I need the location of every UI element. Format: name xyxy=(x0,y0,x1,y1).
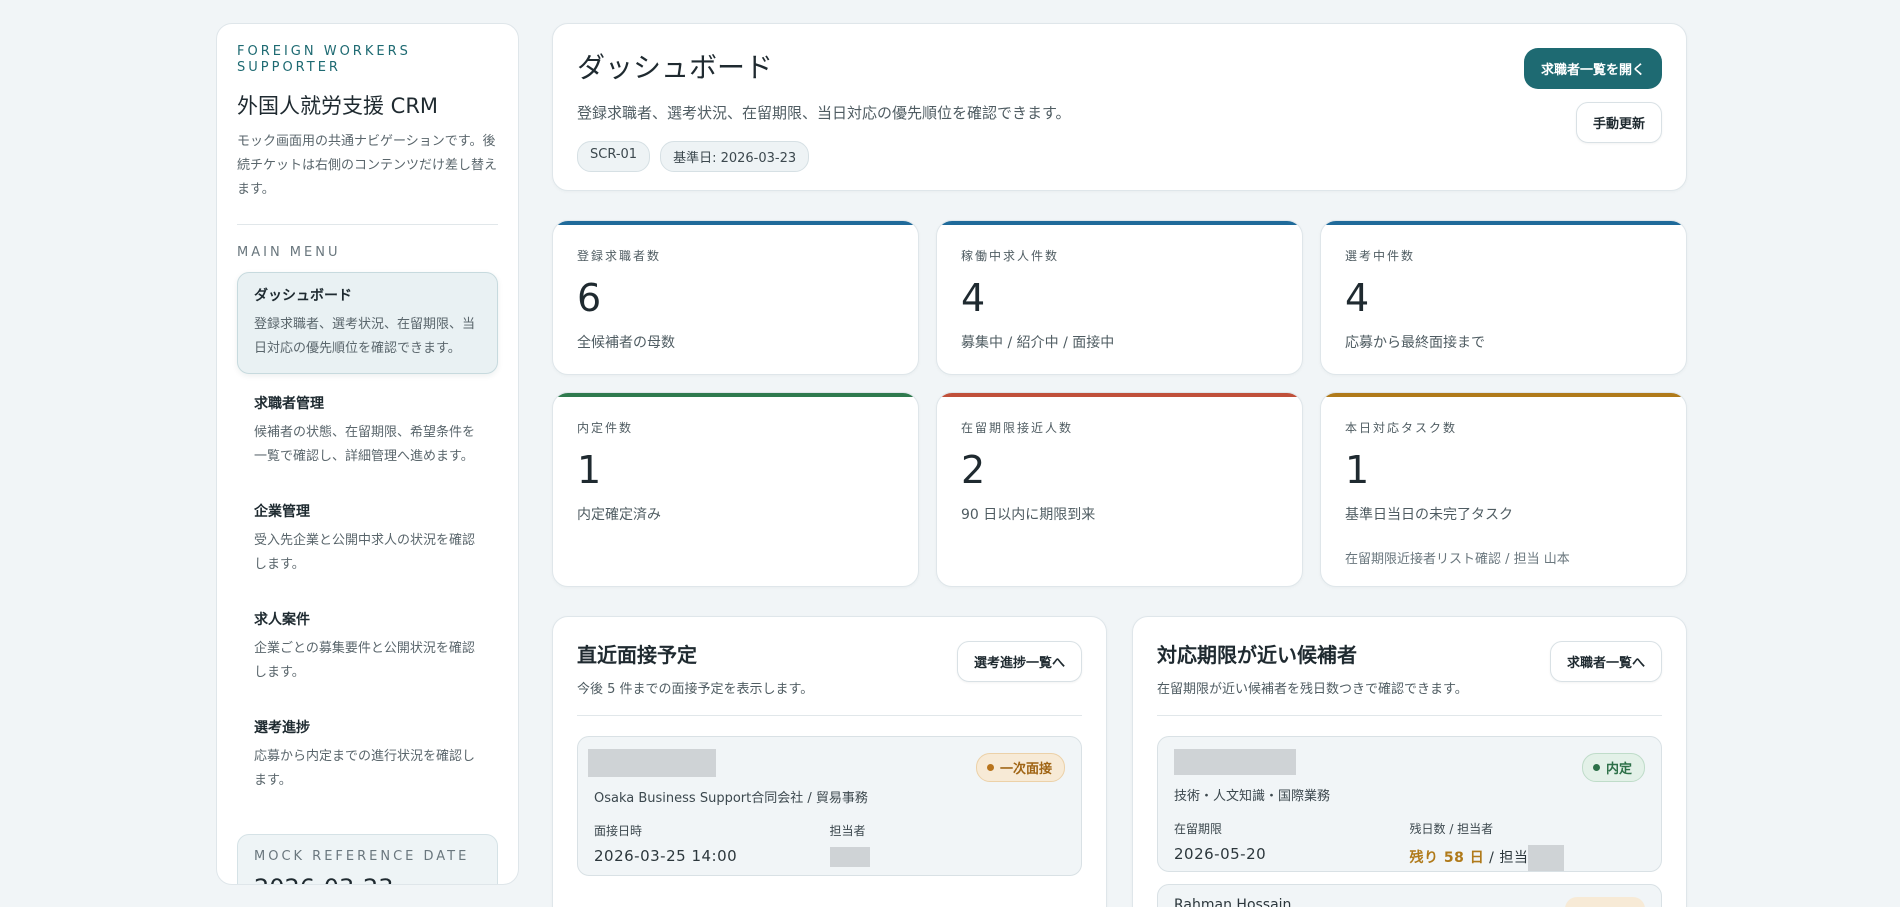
stat-label: 稼働中求人件数 xyxy=(961,249,1060,263)
page-subtitle: 登録求職者、選考状況、在留期限、当日対応の優先順位を確認できます。 xyxy=(577,104,1071,122)
field-value: 2026-03-25 14:00 xyxy=(594,847,738,865)
sidebar-item-selection-progress[interactable]: 選考進捗 応募から内定までの進行状況を確認します。 xyxy=(237,704,498,806)
stat-value: 4 xyxy=(1345,276,1370,320)
job-seekers-list-button[interactable]: 求職者一覧へ xyxy=(1549,641,1662,682)
stat-card-in-selection: 選考中件数 4 応募から最終面接まで xyxy=(1320,220,1687,375)
visa-expiry-field: 在留期限 2026-05-20 xyxy=(1174,820,1410,871)
field-value: 2026-05-20 xyxy=(1174,845,1267,863)
status-badge-label: 内定 xyxy=(1605,762,1632,777)
sidebar-item-desc: 受入先企業と公開中求人の状況を確認します。 xyxy=(254,533,476,572)
sidebar-description: モック画面用の共通ナビゲーションです。後続チケットは右側のコンテンツだけ差し替え… xyxy=(237,134,498,197)
sidebar-item-title: 企業管理 xyxy=(254,504,310,520)
stat-desc: 内定確定済み xyxy=(577,507,661,523)
sidebar-divider xyxy=(237,224,498,225)
status-badge xyxy=(1565,897,1645,907)
stat-card-active-postings: 稼働中求人件数 4 募集中 / 紹介中 / 面接中 xyxy=(936,220,1303,375)
status-badge: 内定 xyxy=(1581,753,1645,782)
stat-note: 在留期限近接者リスト確認 / 担当 山本 xyxy=(1345,552,1570,567)
owner-prefix: / 担当 xyxy=(1484,850,1529,866)
stat-value: 6 xyxy=(577,276,602,320)
deadline-candidate-entry[interactable]: Rahman Hossain xyxy=(1157,884,1662,907)
sidebar: FOREIGN WORKERS SUPPORTER 外国人就労支援 CRM モッ… xyxy=(216,23,519,885)
status-badge: 一次面接 xyxy=(975,753,1065,782)
page-title: ダッシュボード xyxy=(577,51,774,84)
sidebar-item-title: 求人案件 xyxy=(254,612,310,628)
stat-label: 本日対応タスク数 xyxy=(1345,421,1458,435)
sidebar-item-desc: 登録求職者、選考状況、在留期限、当日対応の優先順位を確認できます。 xyxy=(254,317,476,356)
panel-divider xyxy=(577,715,1082,716)
sidebar-item-job-postings[interactable]: 求人案件 企業ごとの募集要件と公開状況を確認します。 xyxy=(237,596,498,698)
sidebar-item-dashboard[interactable]: ダッシュボード 登録求職者、選考状況、在留期限、当日対応の優先順位を確認できます… xyxy=(237,272,498,374)
candidate-name: Rahman Hossain xyxy=(1174,897,1292,907)
deadline-candidate-entry[interactable]: 技術・人文知識・国際業務 内定 在留期限 2026-05-20 残日数 / 担当… xyxy=(1157,736,1662,872)
stat-card-offers: 内定件数 1 内定確定済み xyxy=(552,392,919,587)
header-chips: SCR-01 基準日: 2026-03-23 xyxy=(577,141,1662,172)
remaining-days-field: 残日数 / 担当者 残り 58 日 / 担当 xyxy=(1410,820,1646,871)
interview-fields: 面接日時 2026-03-25 14:00 担当者 xyxy=(594,822,1065,867)
reference-date-value: 2026-03-23 xyxy=(254,874,481,884)
menu-heading: MAIN MENU xyxy=(237,245,341,260)
upcoming-interviews-panel: 直近面接予定 今後 5 件までの面接予定を表示します。 選考進捗一覧へ Osak… xyxy=(552,616,1107,907)
status-dot-icon xyxy=(986,764,994,771)
screen-id-chip: SCR-01 xyxy=(577,141,651,172)
stat-value: 4 xyxy=(961,276,986,320)
candidate-visa-type: 技術・人文知識・国際業務 xyxy=(1174,789,1331,804)
deadline-candidates-panel: 対応期限が近い候補者 在留期限が近い候補者を残日数つきで確認できます。 求職者一… xyxy=(1132,616,1687,907)
status-dot-icon xyxy=(1592,764,1600,771)
field-label: 担当者 xyxy=(829,824,866,838)
interview-owner-field: 担当者 xyxy=(829,822,1066,867)
stat-desc: 基準日当日の未完了タスク xyxy=(1345,507,1513,523)
stat-label: 選考中件数 xyxy=(1345,249,1416,263)
stat-card-today-tasks: 本日対応タスク数 1 基準日当日の未完了タスク 在留期限近接者リスト確認 / 担… xyxy=(1320,392,1687,587)
stat-value: 1 xyxy=(1345,448,1370,492)
manual-refresh-button[interactable]: 手動更新 xyxy=(1575,102,1662,143)
reference-date-label: MOCK REFERENCE DATE xyxy=(254,849,470,864)
panel-divider xyxy=(1157,715,1662,716)
candidate-fields: 在留期限 2026-05-20 残日数 / 担当者 残り 58 日 / 担当 xyxy=(1174,820,1645,871)
open-job-seekers-button[interactable]: 求職者一覧を開く xyxy=(1523,48,1662,89)
stat-card-registered-seekers: 登録求職者数 6 全候補者の母数 xyxy=(552,220,919,375)
selection-progress-list-button[interactable]: 選考進捗一覧へ xyxy=(956,641,1082,682)
interview-entry[interactable]: Osaka Business Support合同会社 / 貿易事務 一次面接 面… xyxy=(577,736,1082,876)
field-value: 残り 58 日 / 担当 xyxy=(1410,845,1646,871)
stat-desc: 90 日以内に期限到来 xyxy=(961,507,1096,523)
sidebar-item-companies[interactable]: 企業管理 受入先企業と公開中求人の状況を確認します。 xyxy=(237,488,498,590)
stat-value: 2 xyxy=(961,448,986,492)
stat-label: 内定件数 xyxy=(577,421,634,435)
sidebar-item-title: ダッシュボード xyxy=(254,288,352,304)
remaining-days: 残り 58 日 xyxy=(1409,850,1485,866)
stat-label: 在留期限接近人数 xyxy=(961,421,1074,435)
redacted-owner-name xyxy=(1528,845,1565,871)
stat-card-visa-expiring: 在留期限接近人数 2 90 日以内に期限到来 xyxy=(936,392,1303,587)
field-label: 残日数 / 担当者 xyxy=(1409,822,1494,836)
stat-value: 1 xyxy=(577,448,602,492)
redacted-candidate-name xyxy=(1174,749,1296,775)
dashboard-header: ダッシュボード 登録求職者、選考状況、在留期限、当日対応の優先順位を確認できます… xyxy=(552,23,1687,191)
base-date-chip: 基準日: 2026-03-23 xyxy=(660,141,810,172)
sidebar-item-title: 選考進捗 xyxy=(254,720,310,736)
interview-company: Osaka Business Support合同会社 / 貿易事務 xyxy=(594,791,868,806)
stat-desc: 応募から最終面接まで xyxy=(1345,335,1485,351)
sidebar-item-job-seekers[interactable]: 求職者管理 候補者の状態、在留期限、希望条件を一覧で確認し、詳細管理へ進めます。 xyxy=(237,380,498,482)
redacted-candidate-name xyxy=(588,749,716,777)
stat-desc: 募集中 / 紹介中 / 面接中 xyxy=(961,335,1115,351)
redacted-owner-name xyxy=(829,847,870,867)
sidebar-item-title: 求職者管理 xyxy=(254,396,324,412)
status-badge-label: 一次面接 xyxy=(999,762,1052,777)
interview-date-field: 面接日時 2026-03-25 14:00 xyxy=(594,822,830,867)
sidebar-item-desc: 企業ごとの募集要件と公開状況を確認します。 xyxy=(254,641,475,680)
reference-date-box: MOCK REFERENCE DATE 2026-03-23 xyxy=(237,834,498,884)
stat-label: 登録求職者数 xyxy=(577,249,662,263)
field-label: 在留期限 xyxy=(1174,822,1223,836)
app-title: 外国人就労支援 CRM xyxy=(237,94,439,118)
field-label: 面接日時 xyxy=(594,824,643,838)
sidebar-item-desc: 応募から内定までの進行状況を確認します。 xyxy=(254,749,476,788)
brand-tagline: FOREIGN WORKERS SUPPORTER xyxy=(237,44,411,75)
stat-desc: 全候補者の母数 xyxy=(577,335,675,351)
sidebar-item-desc: 候補者の状態、在留期限、希望条件を一覧で確認し、詳細管理へ進めます。 xyxy=(254,425,476,464)
field-value xyxy=(829,847,1066,867)
